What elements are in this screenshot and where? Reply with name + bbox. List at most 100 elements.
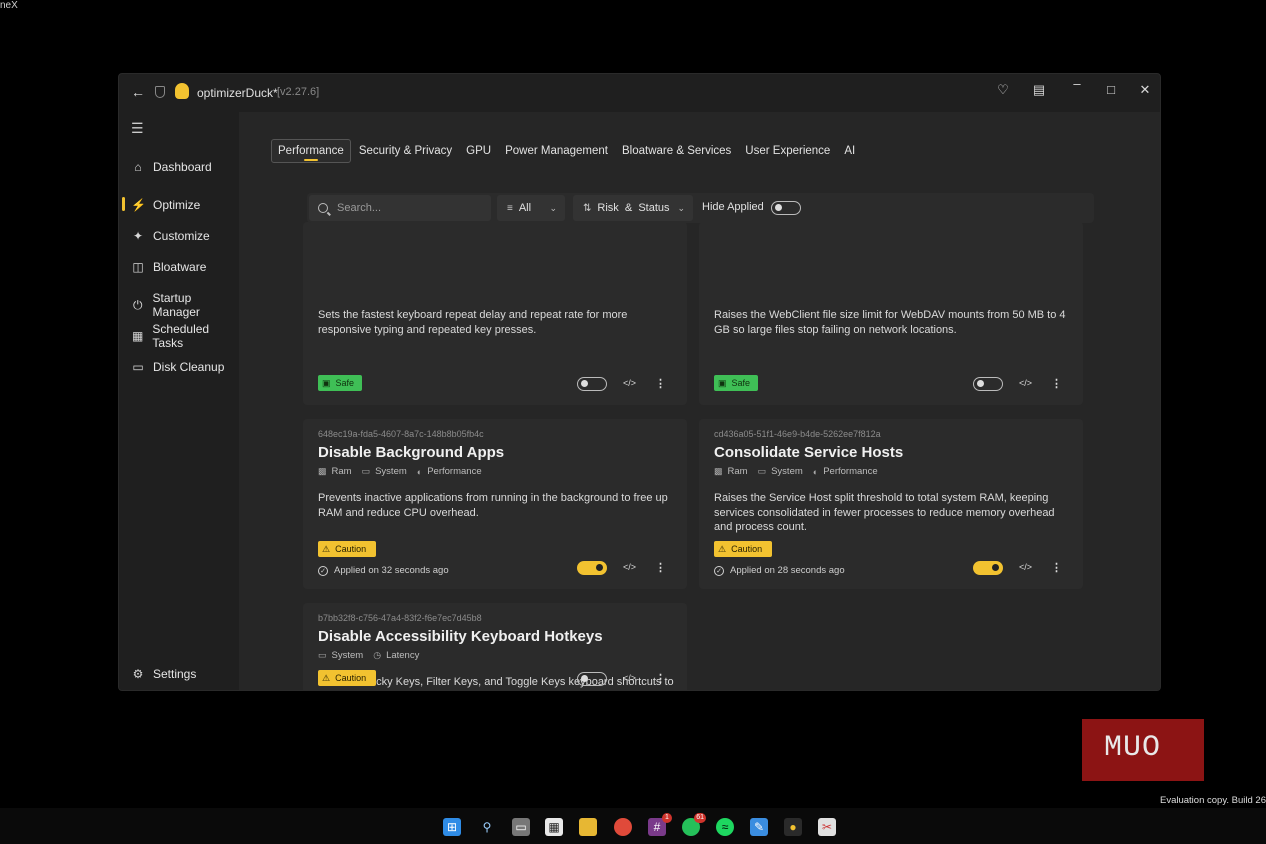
tag-label: System xyxy=(331,650,364,661)
whatsapp-icon[interactable]: 61 xyxy=(682,813,706,836)
tweak-toggle[interactable] xyxy=(577,561,607,575)
sidebar-item-label: Optimize xyxy=(153,198,201,212)
sparkle-icon: ✦ xyxy=(132,229,144,243)
tag-label: Performance xyxy=(427,466,482,477)
card-description: Raises the WebClient file size limit for… xyxy=(714,309,1066,336)
tab-gpu[interactable]: GPU xyxy=(460,140,497,162)
more-options-icon[interactable]: ⋮ xyxy=(1051,561,1062,574)
close-button[interactable]: ✕ xyxy=(1135,82,1155,98)
applied-text: Applied on 28 seconds ago xyxy=(730,565,845,576)
shield-icon xyxy=(155,86,165,98)
code-icon[interactable]: </> xyxy=(623,673,636,683)
toggle-knob xyxy=(775,204,782,211)
tweak-card: 648ec19a-fda5-4607-8a7c-148b8b05fb4c Dis… xyxy=(303,419,687,589)
warning-icon: ⚠ xyxy=(322,543,331,554)
home-icon: ⌂ xyxy=(134,160,142,174)
tab-ai[interactable]: AI xyxy=(838,140,861,162)
start-icon[interactable]: ⊞ xyxy=(443,818,461,836)
sidebar-item-scheduled-tasks[interactable]: ▦ Scheduled Tasks xyxy=(119,322,239,350)
more-options-icon[interactable]: ⋮ xyxy=(1051,377,1062,390)
tweak-toggle[interactable] xyxy=(577,672,607,686)
toggle-knob xyxy=(977,380,984,387)
spotify-icon[interactable]: ≈ xyxy=(716,818,734,836)
tab-bloatware-services[interactable]: Bloatware & Services xyxy=(616,140,737,162)
code-icon[interactable]: </> xyxy=(1019,562,1032,572)
sidebar-item-customize[interactable]: ✦ Customize xyxy=(119,224,239,248)
sort-dropdown[interactable]: ⇅ Risk & Status ⌄ xyxy=(573,195,693,221)
risk-badge: ▣ Safe xyxy=(714,375,758,391)
sort-value: Risk & Status xyxy=(597,202,670,214)
sidebar-item-settings[interactable]: ⚙ Settings xyxy=(119,662,239,686)
sidebar-item-startup-manager[interactable]: ⏻ Startup Manager xyxy=(119,291,239,319)
slack-icon[interactable]: #1 xyxy=(648,813,672,836)
optimizerduck-icon[interactable]: ● xyxy=(784,818,802,836)
tab-performance[interactable]: Performance xyxy=(271,139,351,163)
shield-check-icon: ▣ xyxy=(718,377,727,388)
tag-label: System xyxy=(375,466,407,477)
sidebar-item-bloatware[interactable]: ◫ Bloatware xyxy=(119,255,239,279)
sidebar-item-optimize[interactable]: ⚡ Optimize xyxy=(119,193,239,217)
tag-label: Performance xyxy=(823,466,878,477)
gift-icon[interactable]: ▤ xyxy=(1029,82,1049,98)
power-icon: ⏻ xyxy=(133,297,143,312)
warning-icon: ⚠ xyxy=(718,543,727,554)
filter-dropdown[interactable]: ≡ All ⌄ xyxy=(497,195,565,221)
store-icon[interactable]: ▦ xyxy=(545,818,563,836)
tab-user-experience[interactable]: User Experience xyxy=(739,140,836,162)
code-icon[interactable]: </> xyxy=(623,562,636,572)
hamburger-menu-icon[interactable]: ☰ xyxy=(131,120,144,137)
minimize-button[interactable]: – xyxy=(1067,76,1087,91)
monitor-icon: ▭ xyxy=(318,650,327,660)
code-icon[interactable]: </> xyxy=(1019,378,1032,388)
tag-latency: ◷ Latency xyxy=(373,650,419,661)
risk-badge-label: Caution xyxy=(335,673,367,683)
more-options-icon[interactable]: ⋮ xyxy=(655,377,666,390)
maximize-button[interactable]: □ xyxy=(1101,82,1121,97)
back-arrow-icon[interactable]: ← xyxy=(131,84,145,100)
paint-icon[interactable]: ✎ xyxy=(750,818,768,836)
toggle-knob xyxy=(596,564,603,571)
sidebar: ☰ ⌂ Dashboard ⚡ Optimize ✦ Customize ◫ B… xyxy=(119,112,239,690)
code-icon[interactable]: </> xyxy=(623,378,636,388)
tag-performance: ◐ Performance xyxy=(813,466,878,477)
sidebar-item-label: Dashboard xyxy=(153,160,212,174)
search-input[interactable] xyxy=(337,202,477,214)
risk-badge-label: Caution xyxy=(731,544,763,554)
search-icon[interactable]: ⚲ xyxy=(478,818,496,836)
tweak-toggle[interactable] xyxy=(973,377,1003,391)
calendar-icon: ▦ xyxy=(132,329,144,343)
evaluation-copy-text: Evaluation copy. Build 263 xyxy=(1160,795,1266,806)
tweak-toggle[interactable] xyxy=(577,377,607,391)
tab-power-management[interactable]: Power Management xyxy=(499,140,614,162)
tweak-card: Raises the WebClient file size limit for… xyxy=(699,222,1083,405)
tweak-toggle[interactable] xyxy=(973,561,1003,575)
sidebar-item-disk-cleanup[interactable]: ▭ Disk Cleanup xyxy=(119,355,239,379)
toggle-knob xyxy=(581,380,588,387)
more-options-icon[interactable]: ⋮ xyxy=(655,672,666,685)
check-circle-icon: ✓ xyxy=(714,565,724,576)
tab-security-privacy[interactable]: Security & Privacy xyxy=(353,140,458,162)
check-circle-icon: ✓ xyxy=(318,565,328,576)
sidebar-item-label: Disk Cleanup xyxy=(153,360,225,374)
file-explorer-icon[interactable] xyxy=(579,818,597,836)
monitor-icon: ▭ xyxy=(361,466,371,476)
chrome-icon[interactable] xyxy=(614,818,632,836)
tag-label: System xyxy=(771,466,803,477)
tweak-title: Consolidate Service Hosts xyxy=(714,444,904,461)
hide-applied-toggle[interactable] xyxy=(771,201,801,215)
snipping-tool-icon[interactable]: ✂ xyxy=(818,818,836,836)
tag-label: Ram xyxy=(727,466,748,477)
heart-icon[interactable]: ♡ xyxy=(993,82,1013,98)
more-options-icon[interactable]: ⋮ xyxy=(655,561,666,574)
monitor-icon: ▭ xyxy=(757,466,767,476)
gauge-icon: ◐ xyxy=(416,466,423,477)
task-view-icon[interactable]: ▭ xyxy=(512,818,530,836)
tweak-card: Sets the fastest keyboard repeat delay a… xyxy=(303,222,687,405)
app-version: [v2.27.6] xyxy=(277,86,320,98)
chevron-down-icon: ⌄ xyxy=(549,202,557,213)
risk-badge: ⚠ Caution xyxy=(714,541,772,557)
risk-badge-label: Caution xyxy=(335,544,367,554)
watermark-text: MUO xyxy=(1104,731,1162,765)
toggle-knob xyxy=(581,675,588,682)
sidebar-item-dashboard[interactable]: ⌂ Dashboard xyxy=(119,155,239,179)
